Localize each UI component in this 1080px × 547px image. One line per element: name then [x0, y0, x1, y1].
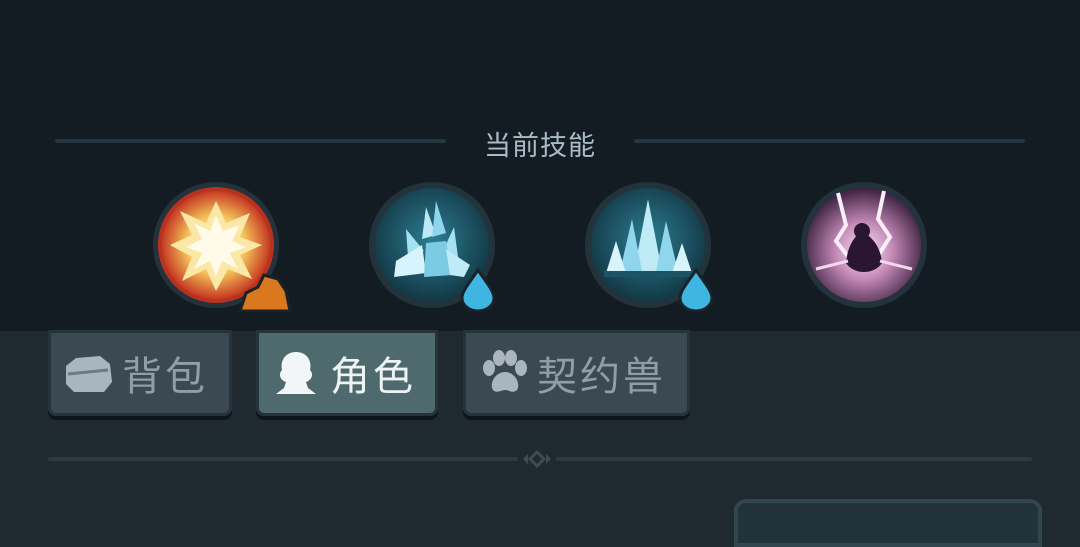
skill-slot-3[interactable] — [582, 179, 714, 313]
tab-pet-label: 契约兽 — [537, 354, 666, 400]
rock-element-badge — [237, 273, 292, 313]
bottom-panel-frame — [734, 499, 1042, 547]
skills-panel: 当前技能 — [0, 0, 1080, 331]
tab-bag-label: 背包 — [122, 354, 208, 400]
tab-character[interactable]: 角色 — [256, 330, 438, 416]
skill-slot-1[interactable] — [150, 179, 292, 313]
diamond-ornament-icon — [523, 450, 551, 468]
paw-icon — [483, 350, 527, 392]
header-line-left — [55, 139, 446, 143]
water-element-badge — [678, 267, 714, 313]
skill-slot-2[interactable] — [366, 179, 498, 313]
header-line-right — [634, 139, 1025, 143]
shadow-lightning-skill-icon — [801, 182, 927, 308]
section-title: 当前技能 — [484, 131, 596, 162]
tab-character-label: 角色 — [330, 354, 416, 400]
water-element-badge — [460, 267, 496, 313]
bag-icon — [66, 356, 112, 392]
tab-pet[interactable]: 契约兽 — [463, 330, 690, 416]
tab-bag[interactable]: 背包 — [48, 330, 232, 416]
divider-left — [48, 457, 518, 461]
character-icon — [276, 352, 316, 394]
divider-right — [556, 457, 1032, 461]
skill-slot-4[interactable] — [798, 179, 930, 311]
